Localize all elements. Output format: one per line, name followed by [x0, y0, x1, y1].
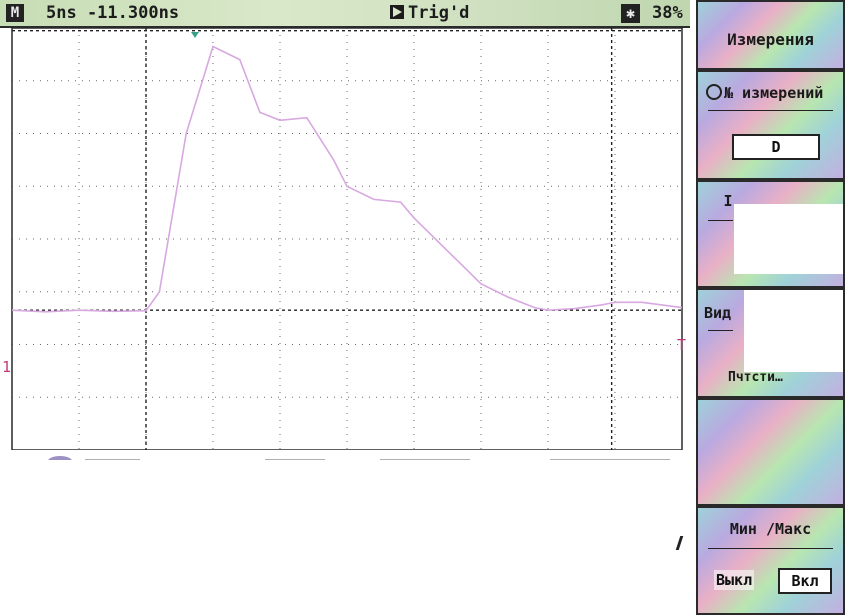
graticule [11, 28, 683, 450]
measurement-number-value[interactable]: D [732, 134, 820, 160]
overlay-blank [734, 204, 843, 274]
mode-icon: M [6, 4, 24, 22]
empty-menu-slot [696, 398, 845, 506]
min-max-on-option[interactable]: Вкл [778, 568, 832, 594]
overlay-blank [744, 290, 843, 372]
waveform-trace [11, 45, 683, 313]
stray-mark [675, 536, 684, 550]
menu-item-3[interactable]: I [696, 180, 845, 288]
timebase-readout: 5ns -11.300ns [46, 3, 180, 23]
trigger-status: Trig'd [408, 3, 470, 23]
min-max-title: Мин /Макс [729, 520, 812, 538]
trigger-run-icon [390, 5, 404, 19]
measurement-readout-strip [0, 450, 690, 460]
trigger-level-marker: T [677, 336, 686, 354]
trigger-position-icon [191, 32, 199, 38]
gear-icon[interactable]: ✱ [621, 4, 640, 23]
view-value: Пчтсти… [728, 370, 783, 385]
menu-title-panel: Измерения [696, 0, 845, 70]
view-label: Вид [704, 304, 732, 322]
status-bar: M 5ns -11.300ns Trig'd ✱ 38% [0, 0, 690, 28]
min-max-panel[interactable]: Мин /Макс Выкл Вкл [696, 506, 845, 615]
measurement-number-panel[interactable]: № измерений D [696, 70, 845, 180]
channel-1-marker: 1 [2, 358, 11, 376]
side-menu: Измерения № измерений D I Вид Пчтсти… Ми… [696, 0, 845, 615]
waveform-display[interactable]: 1 T [0, 28, 690, 450]
battery-readout: 38% [652, 3, 683, 23]
menu-title: Измерения [727, 30, 814, 49]
view-panel[interactable]: Вид Пчтсти… [696, 288, 845, 398]
min-max-off-option[interactable]: Выкл [714, 570, 755, 590]
measurement-number-label: № измерений [724, 84, 824, 102]
